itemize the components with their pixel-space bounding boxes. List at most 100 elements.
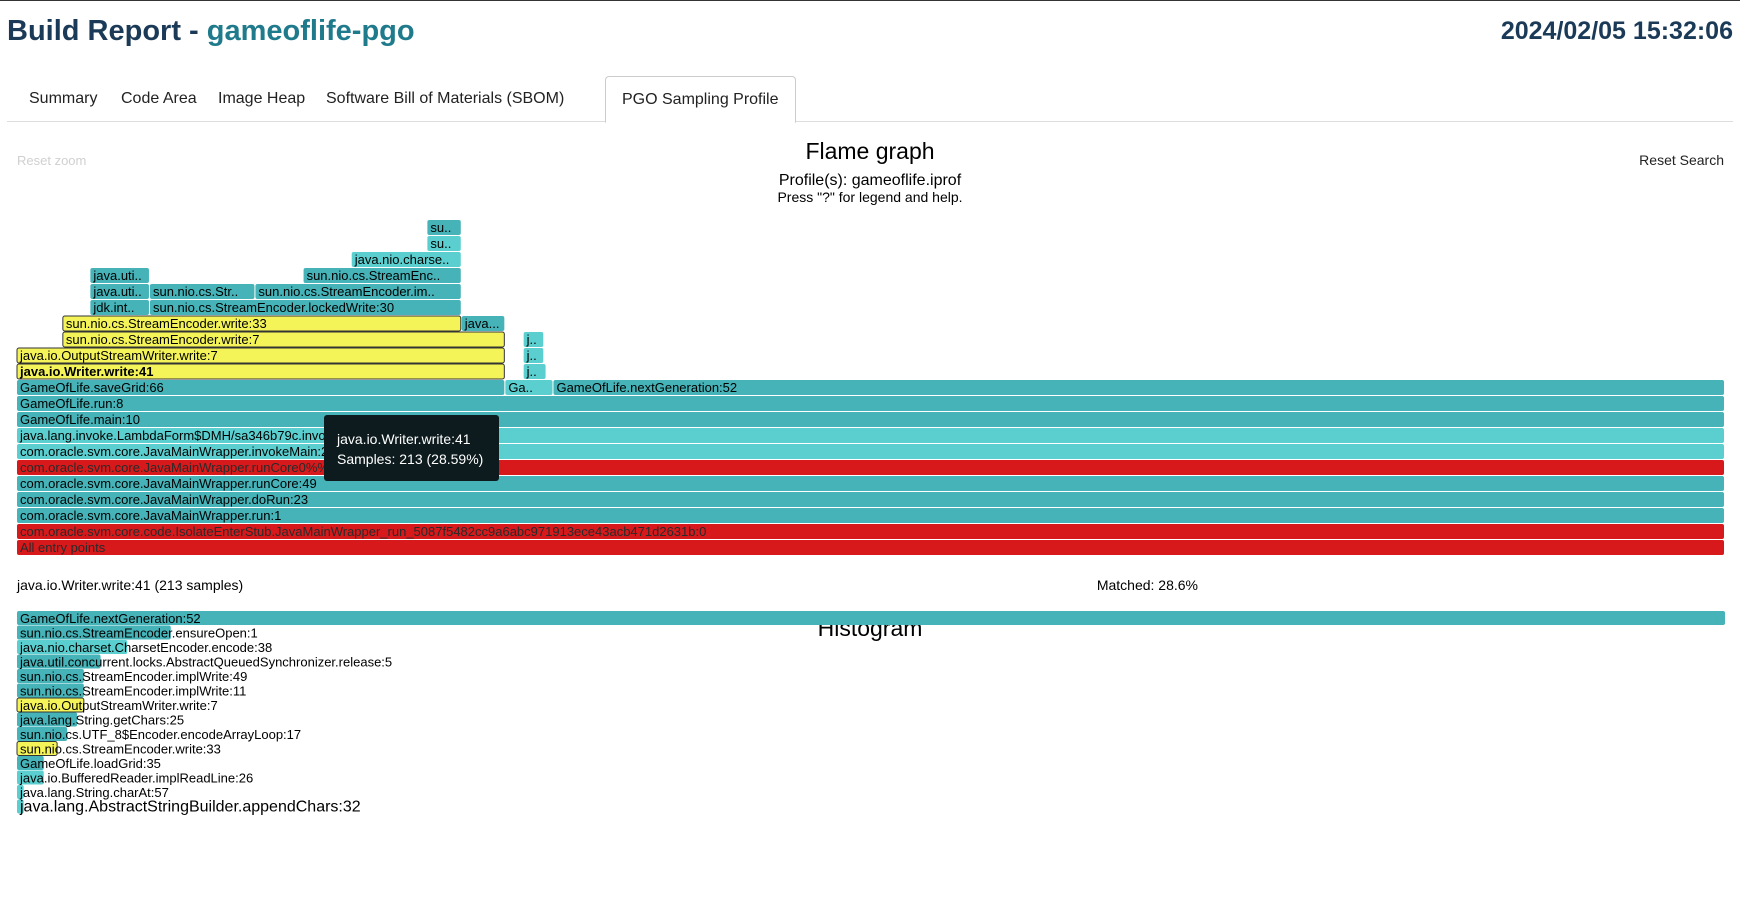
flame-frame[interactable]: com.oracle.svm.core.JavaMainWrapper.doRu… [17, 492, 1724, 507]
flame-frame[interactable]: java... [461, 316, 505, 331]
flame-frame-label: sun.nio.cs.StreamEncoder.write:33 [66, 316, 267, 331]
histogram-row[interactable]: sun.nio.cs.StreamEncoder.ensureOpen:1 [17, 625, 258, 641]
flame-frame-label: java.uti.. [92, 284, 141, 299]
flame-frame-label: su.. [430, 220, 451, 235]
frame-tooltip: java.io.Writer.write:41 Samples: 213 (28… [324, 415, 499, 481]
flame-frame[interactable]: GameOfLife.main:10 [17, 412, 1724, 427]
tab-image-heap[interactable]: Image Heap [202, 76, 321, 121]
histogram-row[interactable]: java.io.OutputStreamWriter.write:7 [16, 697, 218, 713]
flame-frame[interactable]: java.nio.charse.. [351, 252, 461, 267]
histogram-label: java.io.OutputStreamWriter.write:7 [19, 698, 218, 713]
flame-frame[interactable]: su.. [427, 236, 461, 251]
histogram-label: java.lang.String.getChars:25 [19, 713, 184, 728]
flame-frame-label: com.oracle.svm.core.JavaMainWrapper.run:… [20, 508, 281, 523]
flame-frame-label: com.oracle.svm.core.JavaMainWrapper.doRu… [20, 492, 308, 507]
flame-frame-label: com.oracle.svm.core.JavaMainWrapper.invo… [20, 444, 336, 459]
histogram-row[interactable]: java.lang.String.getChars:25 [17, 712, 184, 728]
flame-frame[interactable]: GameOfLife.saveGrid:66 [17, 380, 505, 395]
flame-frame-label: java.io.OutputStreamWriter.write:7 [19, 348, 218, 363]
flame-frame[interactable]: java.uti.. [90, 268, 149, 283]
flame-frame-label: java.uti.. [92, 268, 141, 283]
pgo-sampling-profile-chart: Reset zoom Reset Search Flame graph Prof… [16, 138, 1725, 816]
project-name: gameoflife-pgo [206, 15, 415, 47]
flame-frame[interactable]: j.. [523, 332, 544, 347]
histogram-row[interactable]: java.nio.charset.CharsetEncoder.encode:3… [17, 640, 272, 655]
histogram-row[interactable]: GameOfLife.loadGrid:35 [17, 756, 161, 771]
flame-frame-bar[interactable] [17, 412, 1724, 427]
flame-frame-label: GameOfLife.nextGeneration:52 [556, 380, 737, 395]
histogram-bar[interactable] [17, 611, 1725, 625]
flame-frame[interactable]: GameOfLife.run:8 [17, 396, 1724, 411]
flame-frame[interactable]: java.io.OutputStreamWriter.write:7 [16, 347, 505, 364]
flame-frame[interactable]: sun.nio.cs.StreamEnc.. [303, 268, 461, 283]
histogram: GameOfLife.nextGeneration:52sun.nio.cs.S… [16, 611, 1725, 816]
flame-frame-label: sun.nio.cs.StreamEncoder.lockedWrite:30 [153, 300, 394, 315]
flame-frame[interactable]: java.io.Writer.write:41 [16, 363, 505, 380]
reset-zoom-button[interactable]: Reset zoom [17, 153, 86, 168]
flame-graph: All entry pointscom.oracle.svm.core.code… [16, 220, 1725, 555]
flame-frame[interactable]: sun.nio.cs.StreamEncoder.lockedWrite:30 [149, 300, 461, 315]
matched-text: Matched: 28.6% [1097, 577, 1198, 593]
flame-frame[interactable]: java.uti.. [90, 284, 149, 299]
flame-frame-label: com.oracle.svm.core.code.IsolateEnterStu… [20, 524, 706, 539]
flame-frame[interactable]: j.. [523, 348, 544, 363]
flame-frame[interactable]: sun.nio.cs.StreamEncoder.write:33 [62, 315, 462, 332]
details-text: java.io.Writer.write:41 (213 samples) [16, 577, 243, 593]
histogram-label: java.lang.AbstractStringBuilder.appendCh… [19, 799, 361, 816]
flame-frame-label: sun.nio.cs.StreamEncoder.write:7 [66, 332, 260, 347]
histogram-row[interactable]: sun.nio.cs.StreamEncoder.implWrite:49 [17, 669, 247, 684]
tab-summary[interactable]: Summary [13, 76, 113, 121]
flame-frame-label: Ga.. [508, 380, 533, 395]
flame-frame-label: com.oracle.svm.core.JavaMainWrapper.runC… [20, 476, 317, 491]
histogram-row[interactable]: sun.nio.cs.UTF_8$Encoder.encodeArrayLoop… [17, 727, 301, 742]
report-header: Build Report - gameoflife-pgo 2024/02/05… [7, 15, 1733, 55]
flame-frame[interactable]: j.. [523, 364, 546, 379]
tooltip-background [324, 415, 499, 481]
flame-frame-label: java.nio.charse.. [354, 252, 450, 267]
build-datetime: 2024/02/05 15:32:06 [1500, 17, 1733, 45]
histogram-label: sun.nio.cs.UTF_8$Encoder.encodeArrayLoop… [20, 727, 301, 742]
histogram-row[interactable]: java.lang.AbstractStringBuilder.appendCh… [17, 799, 361, 816]
histogram-label: sun.nio.cs.StreamEncoder.implWrite:49 [20, 669, 247, 684]
flame-graph-title: Flame graph [805, 138, 934, 164]
flame-frame[interactable]: com.oracle.svm.core.code.IsolateEnterStu… [17, 524, 1724, 539]
flame-graph-help: Press "?" for legend and help. [777, 189, 962, 205]
flame-frame-bar[interactable] [17, 540, 1724, 555]
flame-frame-bar[interactable] [17, 396, 1724, 411]
flame-frame[interactable]: com.oracle.svm.core.JavaMainWrapper.run:… [17, 508, 1724, 523]
flame-frame[interactable]: java.lang.invoke.LambdaForm$DMH/sa346b79… [17, 428, 1724, 443]
flame-frame[interactable]: su.. [427, 220, 461, 235]
flame-frame[interactable]: Ga.. [505, 380, 553, 395]
flame-frame[interactable]: sun.nio.cs.StreamEncoder.write:7 [62, 331, 505, 348]
histogram-row[interactable]: java.io.BufferedReader.implReadLine:26 [17, 770, 253, 786]
histogram-label: java.io.BufferedReader.implReadLine:26 [19, 771, 253, 786]
histogram-label: sun.nio.cs.StreamEncoder.ensureOpen:1 [20, 626, 258, 641]
histogram-label: sun.nio.cs.StreamEncoder.implWrite:11 [20, 684, 246, 699]
histogram-label: sun.nio.cs.StreamEncoder.write:33 [20, 742, 221, 757]
tooltip-frame-name: java.io.Writer.write:41 [336, 431, 471, 447]
flame-frame-label: All entry points [20, 540, 106, 555]
flame-frame-label: sun.nio.cs.Str.. [153, 284, 238, 299]
histogram-row[interactable]: sun.nio.cs.StreamEncoder.write:33 [16, 741, 221, 757]
reset-search-button[interactable]: Reset Search [1639, 152, 1724, 168]
histogram-row[interactable]: GameOfLife.nextGeneration:52 [17, 611, 1725, 626]
tab-code-area[interactable]: Code Area [105, 76, 213, 121]
flame-frame-label: j.. [526, 332, 537, 347]
flame-frame[interactable]: com.oracle.svm.core.JavaMainWrapper.invo… [17, 444, 1724, 459]
flame-frame[interactable]: sun.nio.cs.StreamEncoder.im.. [255, 284, 461, 299]
page-title: Build Report - gameoflife-pgo [7, 15, 415, 48]
histogram-row[interactable]: sun.nio.cs.StreamEncoder.implWrite:11 [17, 683, 246, 699]
flame-frame[interactable]: sun.nio.cs.Str.. [149, 284, 255, 299]
tab-pgo-sampling-profile[interactable]: PGO Sampling Profile [605, 76, 796, 123]
flame-frame-label: jdk.int.. [92, 300, 134, 315]
histogram-row[interactable]: java.util.concurrent.locks.AbstractQueue… [17, 654, 392, 670]
flame-frame[interactable]: All entry points [17, 540, 1724, 555]
flame-frame[interactable]: jdk.int.. [90, 300, 149, 315]
flame-frame-label: GameOfLife.saveGrid:66 [20, 380, 164, 395]
flame-frame[interactable]: GameOfLife.nextGeneration:52 [553, 380, 1725, 395]
tab-sbom[interactable]: Software Bill of Materials (SBOM) [310, 76, 580, 121]
flame-frame[interactable]: com.oracle.svm.core.JavaMainWrapper.runC… [17, 476, 1724, 491]
histogram-label: GameOfLife.nextGeneration:52 [20, 611, 201, 626]
flame-frame[interactable]: com.oracle.svm.core.JavaMainWrapper.runC… [17, 460, 1724, 475]
tooltip-samples: Samples: 213 (28.59%) [337, 451, 483, 467]
